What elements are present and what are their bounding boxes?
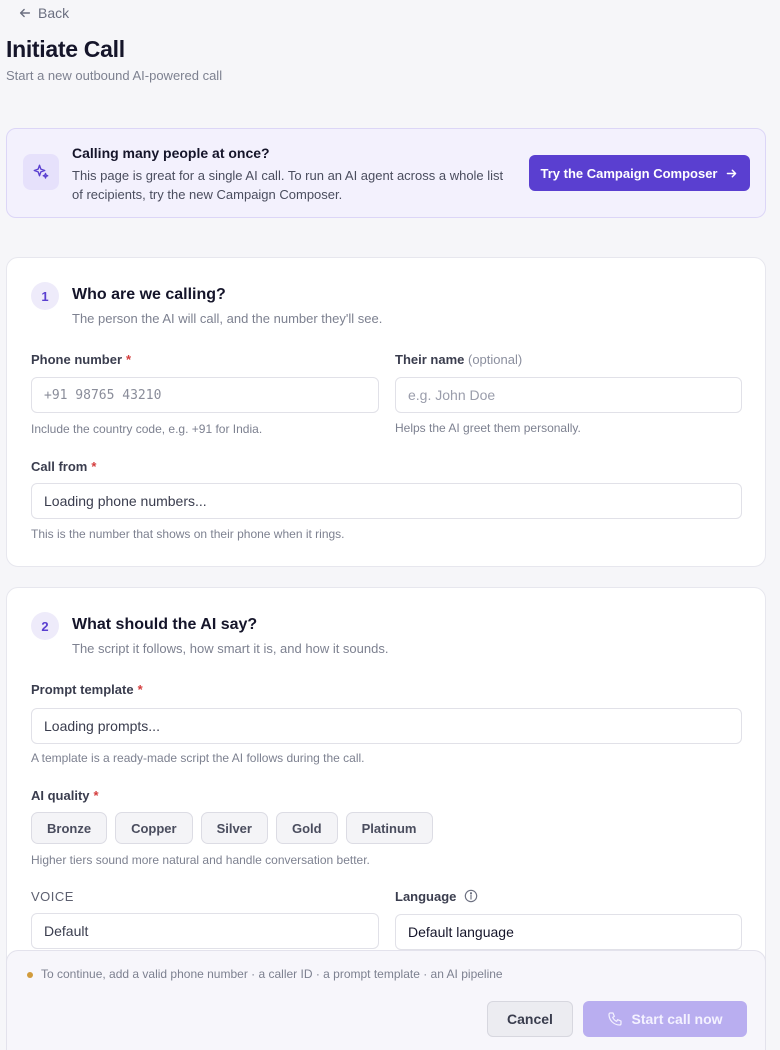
validation-message: To continue, add a valid phone number · … (41, 967, 503, 981)
call-from-help: This is the number that shows on their p… (31, 527, 345, 541)
start-call-label: Start call now (631, 1011, 723, 1027)
warning-dot (27, 972, 33, 978)
name-input[interactable]: e.g. John Doe (395, 377, 742, 413)
step-number: 1 (31, 282, 59, 310)
start-call-button[interactable]: Start call now (583, 1001, 747, 1037)
phone-label: Phone number * (31, 352, 132, 367)
tier-copper[interactable]: Copper (115, 812, 193, 844)
banner-title: Calling many people at once? (72, 145, 270, 161)
back-link[interactable]: Back (18, 5, 69, 21)
phone-icon (608, 1012, 623, 1026)
step-number: 2 (31, 612, 59, 640)
page-subtitle: Start a new outbound AI-powered call (6, 68, 223, 83)
name-label: Their name (optional) (395, 352, 523, 367)
call-from-select[interactable]: Loading phone numbers... (31, 483, 742, 519)
tier-bronze[interactable]: Bronze (31, 812, 108, 844)
section-title: What should the AI say? (72, 616, 258, 633)
action-footer: To continue, add a valid phone number · … (6, 950, 766, 1050)
banner-text: This page is great for a single AI call.… (72, 168, 504, 202)
phone-number-input[interactable]: +91 98765 43210 (31, 377, 379, 413)
cancel-button[interactable]: Cancel (487, 1001, 573, 1037)
section-title: Who are we calling? (72, 286, 226, 303)
tier-silver[interactable]: Silver (200, 812, 268, 844)
phone-help: Include the country code, e.g. +91 for I… (31, 422, 263, 436)
section-subtitle: The script it follows, how smart it is, … (72, 641, 389, 656)
voice-label: VOICE (31, 889, 74, 904)
prompt-label: Prompt template * (31, 682, 143, 697)
tier-platinum[interactable]: Platinum (345, 812, 433, 844)
language-label: Language (395, 889, 478, 904)
quality-tier-group: Bronze Copper Silver Gold Platinum (31, 812, 433, 844)
page-title: Initiate Call (6, 36, 125, 62)
campaign-composer-button[interactable]: Try the Campaign Composer (529, 155, 750, 191)
quality-help: Higher tiers sound more natural and hand… (31, 853, 370, 867)
back-label: Back (38, 5, 70, 21)
language-select[interactable]: Default language (395, 914, 742, 950)
call-from-label: Call from * (31, 459, 97, 474)
section-recipient: 1 Who are we calling? The person the AI … (6, 257, 766, 567)
tier-gold[interactable]: Gold (275, 812, 338, 844)
prompt-template-select[interactable]: Loading prompts... (31, 708, 742, 744)
voice-select[interactable]: Default (31, 913, 379, 949)
section-subtitle: The person the AI will call, and the num… (72, 311, 383, 326)
arrow-left-icon (19, 8, 31, 18)
info-icon[interactable] (464, 889, 478, 903)
quality-label: AI quality * (31, 788, 99, 803)
campaign-banner: Calling many people at once? This page i… (6, 128, 766, 218)
prompt-help: A template is a ready-made script the AI… (31, 751, 365, 765)
sparkle-icon (23, 154, 59, 190)
arrow-right-icon (727, 169, 737, 177)
name-help: Helps the AI greet them personally. (395, 421, 581, 435)
campaign-composer-label: Try the Campaign Composer (540, 165, 718, 181)
